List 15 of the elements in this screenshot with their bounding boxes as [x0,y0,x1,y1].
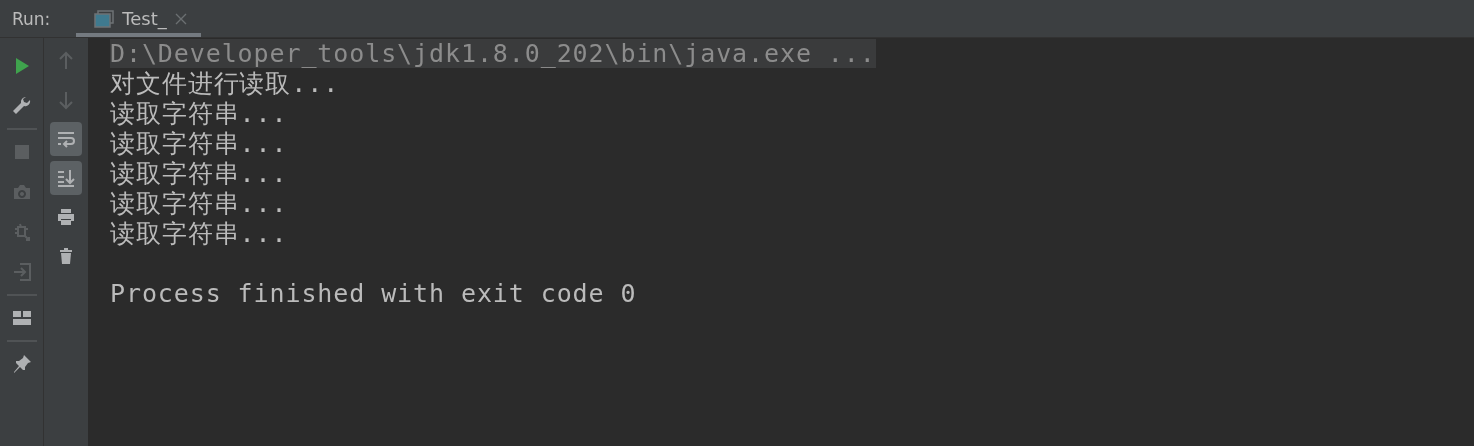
output-line: 读取字符串... [110,219,288,248]
soft-wrap-icon[interactable] [50,122,82,156]
layout-icon[interactable] [11,308,32,328]
pin-icon[interactable] [11,354,32,374]
close-icon[interactable] [174,12,187,25]
wrench-icon[interactable] [11,96,32,116]
output-line: 对文件进行读取... [110,69,340,98]
scroll-to-end-icon[interactable] [50,161,82,195]
output-line: 读取字符串... [110,189,288,218]
output-line: 读取字符串... [110,159,288,188]
output-line: Process finished with exit code 0 [110,279,637,308]
output-line: 读取字符串... [110,129,288,158]
console-window-icon [94,9,115,28]
run-label: Run: [12,8,51,29]
output-line: 读取字符串... [110,99,288,128]
